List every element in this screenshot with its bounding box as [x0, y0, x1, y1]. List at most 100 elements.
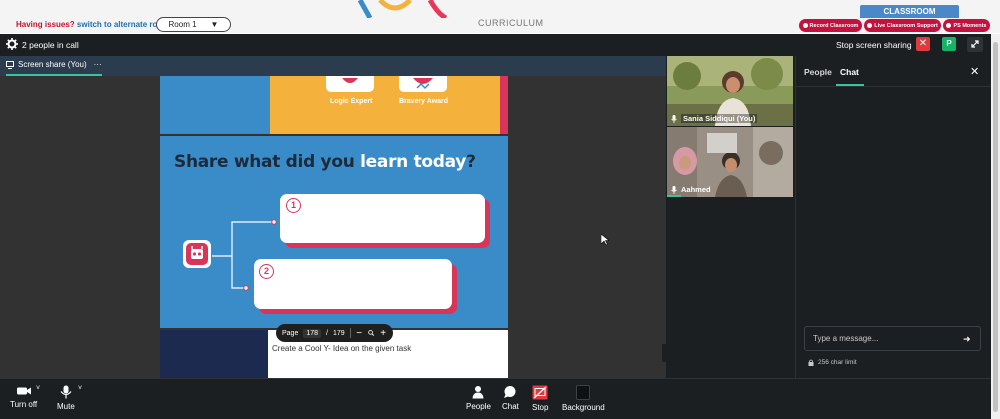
stop-sharing-button[interactable]: Stop [532, 385, 548, 412]
chat-button[interactable]: Chat [502, 385, 519, 411]
active-tab-indicator [836, 84, 864, 86]
user-avatar-badge[interactable]: P [942, 37, 956, 51]
turn-off-label: Turn off [10, 400, 38, 409]
slide-badges: Logic Expert Bravery Award [160, 76, 508, 134]
mute-label: Mute [57, 402, 75, 411]
participant-label-sania: Sania Siddiqui (You) [671, 114, 758, 123]
mute-button[interactable]: Mute [57, 385, 75, 411]
answer-box-1: 1 [280, 194, 485, 243]
page-label: Page [282, 329, 299, 337]
top-bar: Having issues? switch to alternate room … [0, 0, 1000, 33]
moments-icon [946, 23, 952, 28]
chat-message-input[interactable] [804, 326, 981, 351]
page-current-input[interactable]: 178 [303, 328, 322, 338]
lock-icon [808, 359, 814, 366]
chat-label: Chat [502, 402, 519, 411]
brand-logo-arc [357, 0, 448, 18]
slide-red-strip [500, 76, 508, 134]
logic-expert-badge-image [326, 76, 374, 92]
fullscreen-button[interactable] [967, 37, 983, 52]
live-support-label: Live Classroom Support [874, 22, 938, 29]
gear-icon[interactable] [6, 38, 18, 50]
zoom-in-button[interactable]: + [379, 328, 387, 339]
microphone-icon [671, 185, 677, 194]
tab-chat[interactable]: Chat [840, 67, 859, 77]
bravery-award-badge-image [399, 76, 447, 92]
turn-off-camera-button[interactable]: Turn off [10, 385, 37, 409]
screen-share-tabbar: Screen share (You) ··· [0, 56, 666, 76]
participant-name: Aahmed [681, 185, 711, 194]
camera-options-chevron-icon[interactable]: ˅ [36, 385, 40, 392]
badge-label-2: Bravery Award [399, 98, 449, 105]
send-arrow-icon[interactable]: ➜ [963, 334, 971, 345]
answer-box-2: 2 [254, 259, 452, 309]
people-button[interactable]: People [466, 385, 491, 411]
ps-moments-label: PS Moments [953, 22, 987, 29]
call-toolbar: Turn off ˅ Mute ˅ People Chat Stop Backg… [0, 378, 991, 419]
page-controls: Page 178 / 179 − + [276, 324, 393, 342]
badge-label-1: Logic Expert [330, 98, 373, 105]
caret-down-icon: ▼ [210, 20, 219, 29]
room-select[interactable]: Room 1 ▼ [156, 17, 231, 32]
participant-label-aahmed: Aahmed [671, 185, 711, 194]
curriculum-tab[interactable]: CURRICULUM [478, 18, 544, 28]
people-in-call-count: 2 people in call [22, 40, 79, 50]
page-scrollbar[interactable] [991, 34, 1000, 419]
close-icon: ✕ [918, 38, 928, 49]
participant-tile-aahmed[interactable]: Aahmed [667, 127, 793, 197]
record-classroom-button[interactable]: Record Classroom [799, 19, 862, 32]
background-label: Background [562, 403, 605, 412]
call-header: 2 people in call Stop screen sharing ✕ P [0, 34, 991, 55]
slide-title-end: ? [466, 152, 476, 172]
room-select-value: Room 1 [168, 20, 197, 29]
shared-screen: Logic Expert Bravery Award Share what di… [0, 76, 666, 378]
stop-label: Stop [532, 403, 549, 412]
stop-share-icon [532, 385, 548, 400]
chat-bubble-icon [504, 386, 516, 398]
microphone-icon [60, 385, 72, 399]
close-panel-icon[interactable]: ✕ [970, 65, 979, 78]
issues-text: Having issues? [16, 20, 75, 29]
zoom-out-button[interactable]: − [355, 328, 363, 339]
slide-title: Share what did you learn today? [174, 152, 476, 172]
microphone-icon [671, 114, 677, 123]
char-limit-text: 256 char limit [818, 359, 857, 366]
support-icon [867, 23, 873, 28]
mic-options-chevron-icon[interactable]: ˅ [78, 385, 82, 392]
number-badge-1: 1 [286, 198, 301, 213]
screen-share-tab-label: Screen share (You) [18, 60, 87, 69]
video-camera-icon [16, 387, 31, 395]
divider [349, 328, 351, 338]
slide-yellow-panel [270, 76, 502, 134]
page-total: 179 [333, 329, 345, 337]
classroom-tab[interactable]: CLASSROOM [860, 5, 959, 18]
number-badge-2: 2 [259, 264, 274, 279]
call-window: 2 people in call Stop screen sharing ✕ P… [0, 34, 992, 419]
scrollbar-thumb[interactable] [993, 42, 998, 412]
screen-share-tab[interactable]: Screen share (You) ··· [6, 60, 102, 69]
slide-share-learning: Share what did you learn today? 1 2 [160, 136, 508, 328]
screen-share-icon [6, 60, 14, 69]
stop-sharing-close-button[interactable]: ✕ [916, 37, 930, 51]
record-classroom-label: Record Classroom [809, 22, 859, 29]
next-slide-text: Create a Cool Y- Idea on the given task [272, 344, 412, 353]
mouse-cursor-icon [601, 234, 609, 246]
tab-people[interactable]: People [804, 67, 832, 77]
slide-title-highlight: learn today [360, 152, 467, 172]
panel-resize-handle[interactable] [662, 344, 666, 362]
slide-title-part1: Share what did you [174, 152, 361, 172]
record-icon [802, 23, 808, 28]
background-icon [576, 385, 591, 400]
zoom-icon[interactable] [368, 328, 375, 338]
char-limit-note: 256 char limit [808, 359, 857, 366]
people-label: People [466, 402, 491, 411]
more-options-icon[interactable]: ··· [94, 60, 102, 69]
page-separator: / [326, 329, 328, 337]
live-support-button[interactable]: Live Classroom Support [864, 19, 941, 32]
participant-tile-sania[interactable]: Sania Siddiqui (You) [667, 56, 793, 126]
background-button[interactable]: Background [562, 385, 605, 412]
expand-icon [971, 40, 979, 48]
ps-moments-button[interactable]: PS Moments [943, 19, 990, 32]
chat-side-panel: People Chat ✕ ➜ 256 char limit [795, 56, 992, 378]
participant-name: Sania Siddiqui (You) [681, 114, 758, 123]
